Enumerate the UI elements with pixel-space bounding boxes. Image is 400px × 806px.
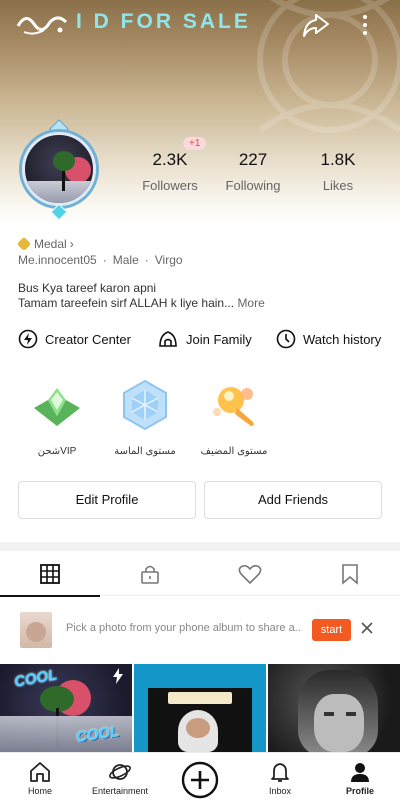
username: Me.innocent05: [18, 253, 97, 267]
tab-saved[interactable]: [300, 552, 400, 596]
medal-link[interactable]: Medal ›: [16, 235, 74, 253]
watch-history-button[interactable]: Watch history: [276, 326, 381, 352]
more-options-icon[interactable]: [358, 12, 372, 38]
likes-count: 1.8K: [320, 150, 356, 169]
profile-stats: 2.3K Followers 227 Following 1.8K Likes: [130, 150, 390, 200]
home-icon: [30, 762, 50, 782]
nav-inbox-label: Inbox: [268, 786, 292, 796]
stat-followers[interactable]: 2.3K Followers: [130, 150, 210, 193]
tab-private[interactable]: [100, 552, 200, 596]
post-thumbnail[interactable]: [134, 664, 266, 752]
gender: Male: [112, 253, 139, 267]
header-title: I D FOR SALE: [76, 10, 251, 33]
post-thumbnail[interactable]: [268, 664, 400, 752]
badge-vip[interactable]: شحنVIP: [12, 378, 102, 457]
stat-following[interactable]: 227 Following: [213, 150, 293, 193]
bell-icon: [271, 763, 289, 782]
followers-label: Followers: [142, 178, 198, 193]
lock-icon: [141, 565, 159, 584]
bottom-navigation: Home Entertainment Inbox Profile: [0, 752, 400, 806]
join-family-button[interactable]: Join Family: [157, 326, 252, 352]
creator-center-button[interactable]: Creator Center: [18, 326, 131, 352]
avatar[interactable]: [14, 119, 104, 222]
following-label: Following: [225, 178, 281, 193]
badge-diamond-level-label: مستوى الماسة: [114, 446, 176, 457]
nav-home-label: Home: [27, 786, 52, 796]
heart-icon: [238, 565, 262, 585]
avatar-image: [22, 132, 96, 206]
avatar-frame-gem-icon: [50, 203, 68, 221]
suggestion-text: Pick a photo from your phone album to sh…: [66, 622, 302, 634]
vip-badge-icon: [34, 388, 80, 426]
add-friends-button[interactable]: Add Friends: [204, 481, 382, 519]
likes-label: Likes: [322, 178, 354, 193]
medal-label: Medal: [34, 237, 67, 251]
grid-icon: [40, 564, 60, 584]
planet-icon: [109, 764, 131, 780]
medal-icon: [16, 236, 32, 252]
badge-vip-label: شحنVIP: [37, 446, 77, 457]
new-followers-badge: +1: [183, 137, 207, 150]
close-icon[interactable]: [360, 621, 374, 635]
nav-profile[interactable]: Profile: [320, 753, 400, 806]
content-tabs: [0, 552, 400, 597]
quick-actions: Creator Center Join Family Watch history: [0, 326, 400, 352]
nav-entertainment-label: Entertainment: [91, 786, 149, 796]
host-level-icon: [213, 387, 254, 426]
post-grid: COOL COOL: [0, 664, 400, 752]
section-divider: [0, 542, 400, 551]
bio-more-link[interactable]: More: [237, 296, 264, 310]
top-bar: I D FOR SALE: [0, 0, 400, 48]
bio: Bus Kya tareef karon apni Tamam tareefei…: [18, 281, 265, 311]
level-badges: شحنVIP مستوى الماسة مستوى المضيف: [0, 378, 400, 458]
clock-icon: [276, 329, 296, 349]
profile-meta: Me.innocent05 · Male · Virgo: [18, 253, 183, 267]
post-thumbnail[interactable]: COOL COOL: [0, 664, 132, 752]
nav-home[interactable]: Home: [0, 753, 80, 806]
share-photo-suggestion: Pick a photo from your phone album to sh…: [0, 600, 400, 660]
followers-count: 2.3K: [152, 150, 188, 169]
lightning-icon: [18, 329, 38, 349]
nav-inbox[interactable]: Inbox: [240, 753, 320, 806]
diamond-level-icon: [123, 379, 167, 431]
profile-page: I D FOR SALE 2.3K Followers 227 Followin…: [0, 0, 400, 806]
creator-center-label: Creator Center: [45, 331, 131, 347]
suggestion-thumbnail: [20, 612, 52, 648]
calligraphy-logo-icon: [16, 16, 68, 35]
bookmark-icon: [342, 564, 358, 585]
edit-profile-button[interactable]: Edit Profile: [18, 481, 196, 519]
start-button[interactable]: start: [312, 619, 351, 641]
tab-posts[interactable]: [0, 552, 100, 597]
nav-create[interactable]: [160, 753, 240, 806]
stat-likes[interactable]: 1.8K Likes: [298, 150, 378, 193]
following-count: 227: [238, 150, 268, 169]
nav-entertainment[interactable]: Entertainment: [80, 753, 160, 806]
join-family-label: Join Family: [186, 331, 252, 347]
nav-profile-label: Profile: [345, 786, 374, 796]
plus-icon: [181, 761, 219, 799]
badge-host-level[interactable]: مستوى المضيف: [189, 378, 279, 457]
bio-line-2: Tamam tareefein sirf ALLAH k liye hain..…: [18, 296, 235, 310]
bio-line-1: Bus Kya tareef karon apni: [18, 281, 157, 295]
badge-diamond-level[interactable]: مستوى الماسة: [100, 378, 190, 457]
share-icon[interactable]: [302, 12, 330, 38]
flash-icon: [113, 668, 123, 684]
tab-liked[interactable]: [200, 552, 300, 596]
profile-icon: [351, 763, 369, 782]
chevron-right-icon: ›: [69, 237, 74, 251]
zodiac: Virgo: [154, 253, 183, 267]
badge-host-level-label: مستوى المضيف: [200, 446, 268, 457]
family-icon: [159, 331, 177, 347]
watch-history-label: Watch history: [303, 331, 382, 347]
